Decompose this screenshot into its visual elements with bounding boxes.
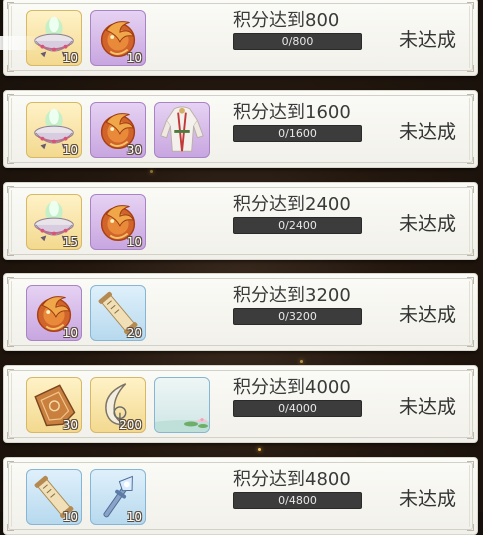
frame-corner-decoration bbox=[7, 94, 14, 101]
progress-bar: 0/1600 bbox=[233, 125, 362, 142]
frame-corner-decoration bbox=[467, 432, 474, 439]
lotus-icon bbox=[155, 418, 209, 432]
progress-text: 0/1600 bbox=[278, 127, 317, 140]
milestone-title: 积分达到1600 bbox=[233, 102, 351, 123]
milestone-title: 积分达到4800 bbox=[233, 469, 351, 490]
costume-icon bbox=[155, 103, 209, 157]
milestone-title: 积分达到800 bbox=[233, 10, 340, 31]
reward-item[interactable]: 20 bbox=[90, 285, 146, 341]
reward-item[interactable] bbox=[154, 102, 210, 158]
frame-corner-decoration bbox=[7, 524, 14, 531]
milestone-row: 15 10 积分达到2400 0/2400 未达成 bbox=[3, 182, 478, 260]
reward-quantity: 10 bbox=[62, 51, 78, 65]
frame-corner-decoration bbox=[7, 369, 14, 376]
reward-quantity: 30 bbox=[62, 418, 78, 432]
reward-item[interactable]: 15 bbox=[26, 194, 82, 250]
milestone-row: 10 20 积分达到3200 0/3200 未达成 bbox=[3, 273, 478, 351]
frame-corner-decoration bbox=[7, 432, 14, 439]
light-glint-decoration bbox=[0, 36, 40, 50]
frame-corner-decoration bbox=[467, 249, 474, 256]
frame-corner-decoration bbox=[467, 186, 474, 193]
frame-corner-decoration bbox=[467, 340, 474, 347]
claim-status-button[interactable]: 未达成 bbox=[399, 300, 456, 327]
frame-corner-decoration bbox=[7, 186, 14, 193]
frame-corner-decoration bbox=[467, 2, 474, 9]
progress-text: 0/4800 bbox=[278, 494, 317, 507]
frame-corner-decoration bbox=[467, 277, 474, 284]
reward-item[interactable]: 10 bbox=[90, 469, 146, 525]
frame-corner-decoration bbox=[7, 461, 14, 468]
frame-corner-decoration bbox=[467, 461, 474, 468]
frame-corner-decoration bbox=[7, 340, 14, 347]
sparkle-decoration bbox=[258, 448, 261, 451]
progress-text: 0/2400 bbox=[278, 219, 317, 232]
milestone-row: 10 10 积分达到800 0/800 未达成 bbox=[3, 0, 478, 76]
reward-quantity: 200 bbox=[119, 418, 142, 432]
milestone-title: 积分达到3200 bbox=[233, 285, 351, 306]
milestone-title: 积分达到2400 bbox=[233, 194, 351, 215]
progress-text: 0/4000 bbox=[278, 402, 317, 415]
frame-corner-decoration bbox=[467, 369, 474, 376]
frame-corner-decoration bbox=[467, 65, 474, 72]
milestone-row: 30 200 积分达到4000 0/4000 未达成 bbox=[3, 365, 478, 443]
reward-quantity: 15 bbox=[62, 235, 78, 249]
reward-quantity: 10 bbox=[126, 51, 142, 65]
reward-item[interactable]: 10 bbox=[26, 285, 82, 341]
reward-quantity: 10 bbox=[62, 326, 78, 340]
milestone-row: 10 30 积分达到1600 0/1600 未达成 bbox=[3, 90, 478, 168]
milestone-row: 10 10 积分达到4800 0/4800 未达成 bbox=[3, 457, 478, 535]
claim-status-button[interactable]: 未达成 bbox=[399, 209, 456, 236]
reward-item[interactable]: 30 bbox=[26, 377, 82, 433]
reward-item[interactable]: 200 bbox=[90, 377, 146, 433]
reward-item[interactable]: 10 bbox=[26, 102, 82, 158]
frame-corner-decoration bbox=[7, 277, 14, 284]
sparkle-decoration bbox=[150, 170, 153, 173]
progress-bar: 0/4800 bbox=[233, 492, 362, 509]
progress-bar: 0/800 bbox=[233, 33, 362, 50]
lotus-scene-icon[interactable] bbox=[154, 377, 210, 433]
reward-item[interactable]: 10 bbox=[90, 10, 146, 66]
progress-bar: 0/4000 bbox=[233, 400, 362, 417]
reward-quantity: 10 bbox=[126, 235, 142, 249]
frame-corner-decoration bbox=[7, 249, 14, 256]
frame-corner-decoration bbox=[7, 65, 14, 72]
claim-status-button[interactable]: 未达成 bbox=[399, 117, 456, 144]
frame-corner-decoration bbox=[467, 524, 474, 531]
reward-quantity: 30 bbox=[126, 143, 142, 157]
reward-quantity: 20 bbox=[126, 326, 142, 340]
reward-item[interactable]: 30 bbox=[90, 102, 146, 158]
reward-item[interactable]: 10 bbox=[90, 194, 146, 250]
reward-quantity: 10 bbox=[126, 510, 142, 524]
claim-status-button[interactable]: 未达成 bbox=[399, 484, 456, 511]
progress-bar: 0/3200 bbox=[233, 308, 362, 325]
reward-quantity: 10 bbox=[62, 143, 78, 157]
frame-corner-decoration bbox=[467, 94, 474, 101]
claim-status-button[interactable]: 未达成 bbox=[399, 25, 456, 52]
reward-quantity: 10 bbox=[62, 510, 78, 524]
frame-corner-decoration bbox=[467, 157, 474, 164]
milestone-title: 积分达到4000 bbox=[233, 377, 351, 398]
progress-bar: 0/2400 bbox=[233, 217, 362, 234]
frame-corner-decoration bbox=[7, 157, 14, 164]
progress-text: 0/800 bbox=[281, 35, 314, 48]
progress-text: 0/3200 bbox=[278, 310, 317, 323]
frame-corner-decoration bbox=[7, 2, 14, 9]
sparkle-decoration bbox=[300, 360, 303, 363]
claim-status-button[interactable]: 未达成 bbox=[399, 392, 456, 419]
reward-item[interactable]: 10 bbox=[26, 469, 82, 525]
